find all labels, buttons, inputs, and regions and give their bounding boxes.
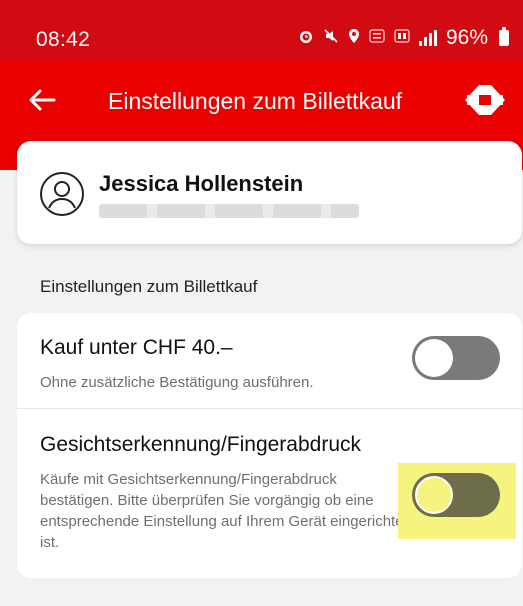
section-heading: Einstellungen zum Billettkauf	[40, 277, 258, 296]
alarm-icon	[298, 28, 314, 49]
status-time: 08:42	[36, 28, 91, 51]
status-icons: 96%	[298, 26, 509, 50]
page-title: Einstellungen zum Billettkauf	[108, 88, 403, 114]
mute-icon	[323, 28, 339, 49]
setting-title: Gesichtserkennung/Fingerabdruck	[40, 433, 362, 456]
setting-title: Kauf unter CHF 40.–	[40, 336, 233, 359]
sbb-logo-icon[interactable]	[463, 82, 507, 118]
battery-icon	[499, 27, 509, 46]
setting-description: Ohne zusätzliche Bestätigung ausführen.	[40, 374, 314, 391]
user-avatar-icon	[39, 171, 85, 217]
signal-icon	[418, 30, 437, 46]
status-bar: 08:42 96%	[0, 0, 523, 60]
profile-detail-blurred	[99, 204, 359, 218]
toggle-knob	[415, 339, 453, 377]
back-arrow-icon[interactable]	[22, 80, 62, 120]
volte-icon	[369, 28, 385, 49]
purchase-limit-toggle[interactable]	[412, 336, 500, 380]
5g-icon	[394, 28, 410, 49]
setting-description: Käufe mit Gesichtserkennung/Fingerabdruc…	[40, 471, 408, 551]
biometrics-toggle[interactable]	[412, 473, 500, 517]
toggle-knob	[415, 476, 453, 514]
battery-percentage: 96%	[445, 26, 488, 49]
profile-card[interactable]: Jessica Hollenstein	[17, 141, 522, 244]
location-icon	[348, 28, 360, 49]
profile-name: Jessica Hollenstein	[99, 171, 304, 196]
